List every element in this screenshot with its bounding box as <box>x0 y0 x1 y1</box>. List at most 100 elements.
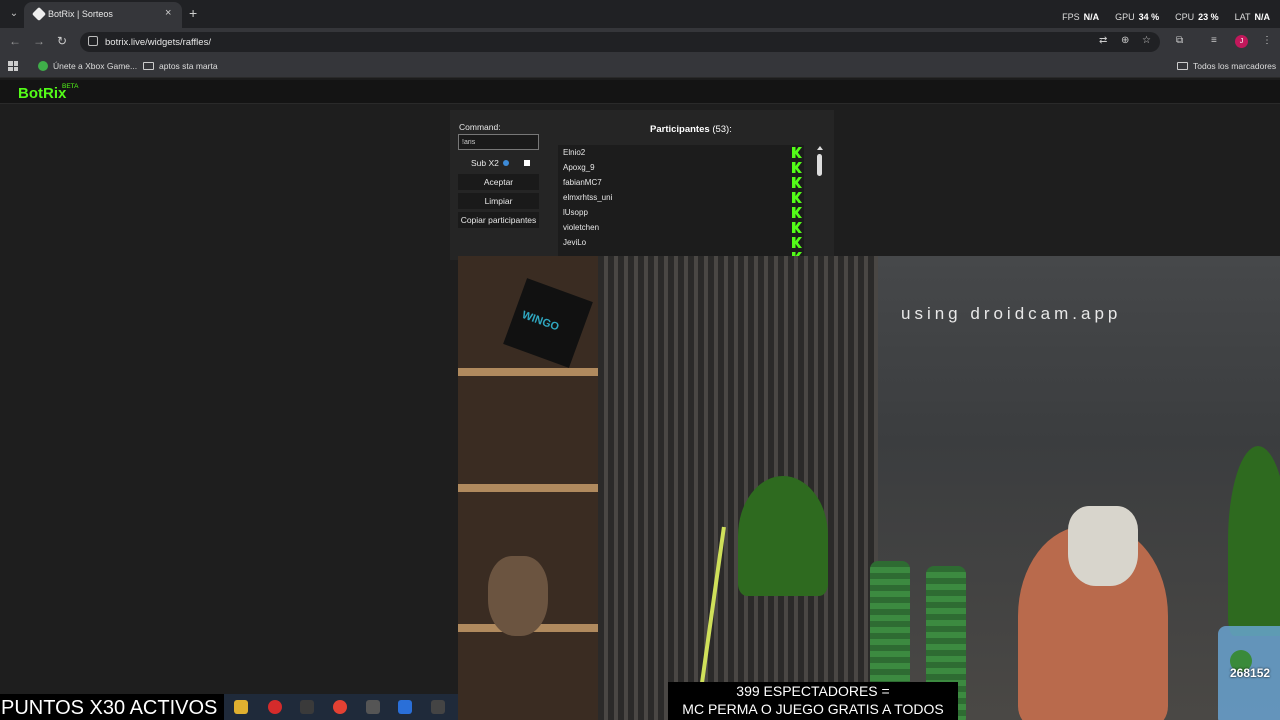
list-item: fabianMC7 <box>558 175 804 190</box>
bookmark-label: aptos sta marta <box>159 61 218 71</box>
xbox-icon <box>38 61 48 71</box>
botrix-favicon-icon <box>31 6 47 22</box>
profile-avatar[interactable]: J <box>1235 35 1248 48</box>
clear-button[interactable]: Limpiar <box>458 193 539 209</box>
bookmark-label: Únete a Xbox Game... <box>53 61 138 71</box>
points-text: PUNTOS X30 ACTIVOS <box>1 697 218 719</box>
app-icon[interactable] <box>431 700 445 714</box>
zoom-icon[interactable]: ⊕ <box>1121 35 1129 46</box>
chrome-icon[interactable] <box>333 700 347 714</box>
kick-logo-icon <box>792 207 802 218</box>
tab-close-icon[interactable]: × <box>165 7 171 19</box>
page-header: BotRix BETA <box>0 80 1280 104</box>
webcam-overlay: WINGO using droidcam.app 268152 <box>458 256 1280 720</box>
participant-name: elmxrhtss_uni <box>563 193 613 202</box>
performance-overlay: FPS N/A GPU 34 % CPU 23 % LAT N/A <box>1062 12 1270 22</box>
folder-icon <box>1177 62 1188 70</box>
new-tab-button[interactable]: + <box>189 5 197 21</box>
participants-title: Participantes (53): <box>650 124 732 135</box>
command-label: Command: <box>459 122 501 132</box>
goal-line-2: MC PERMA O JUEGO GRATIS A TODOS <box>682 701 944 717</box>
bookmark-star-icon[interactable]: ☆ <box>1142 35 1151 46</box>
list-item: Elnio2 <box>558 145 804 160</box>
droidcam-watermark: using droidcam.app <box>901 304 1122 323</box>
tab-search-chevron-icon[interactable]: ⌄ <box>6 6 22 22</box>
info-icon[interactable] <box>502 160 509 166</box>
all-bookmarks-folder[interactable]: Todos los marcadores <box>1177 61 1276 71</box>
sub-label: Sub X2 <box>471 158 499 168</box>
list-item: Apoxg_9 <box>558 160 804 175</box>
shelf <box>458 484 608 492</box>
command-input[interactable] <box>458 134 539 150</box>
sub-x2-checkbox[interactable] <box>524 160 530 166</box>
bookmark-folder-aptos[interactable]: aptos sta marta <box>143 61 218 71</box>
goal-line-1: 399 ESPECTADORES = <box>736 683 890 699</box>
counter-value: 268152 <box>1230 666 1271 680</box>
bookmark-xbox[interactable]: Únete a Xbox Game... <box>38 61 137 71</box>
accept-button[interactable]: Aceptar <box>458 174 539 190</box>
tab-botrix[interactable]: BotRix | Sorteos × <box>24 2 182 28</box>
shelf-wall: WINGO <box>458 256 608 720</box>
opera-icon[interactable] <box>268 700 282 714</box>
participant-name: violetchen <box>563 223 600 232</box>
kick-logo-icon <box>792 147 802 158</box>
participants-scrollbar[interactable] <box>816 146 824 258</box>
apps-grid-icon[interactable] <box>8 61 18 71</box>
plant <box>738 476 828 596</box>
vscode-icon[interactable] <box>398 700 412 714</box>
participant-name: JeviLo <box>563 238 587 247</box>
cpu-stat: CPU 23 % <box>1175 12 1219 22</box>
kick-logo-icon <box>792 222 802 233</box>
kick-logo-icon <box>792 192 802 203</box>
fps-stat: FPS N/A <box>1062 12 1100 22</box>
browser-toolbar: ← → ↻ botrix.live/widgets/raffles/ ⇄ ⊕ ☆… <box>0 28 1280 56</box>
media-controls-icon[interactable]: ≡ <box>1211 35 1217 46</box>
shelf <box>458 368 608 376</box>
steampunk-mask <box>488 556 548 636</box>
plant <box>1228 446 1280 636</box>
file-explorer-icon[interactable] <box>234 700 248 714</box>
forward-arrow-icon[interactable]: → <box>33 34 45 48</box>
stream-goal-banner: 399 ESPECTADORES = MC PERMA O JUEGO GRAT… <box>668 682 958 720</box>
gpu-stat: GPU 34 % <box>1115 12 1160 22</box>
list-item: lUsopp <box>558 205 804 220</box>
acoustic-wall-panel <box>598 256 878 720</box>
raffle-panel: Command: Sub X2 Aceptar Limpiar Copiar p… <box>450 110 834 260</box>
all-bookmarks-label: Todos los marcadores <box>1193 61 1277 71</box>
site-settings-icon[interactable] <box>88 36 98 46</box>
taskbar <box>224 694 458 720</box>
beta-badge: BETA <box>62 83 79 90</box>
reload-icon[interactable]: ↻ <box>57 34 67 48</box>
participants-list[interactable]: Elnio2 Apoxg_9 fabianMC7 elmxrhtss_uni l… <box>558 145 804 257</box>
address-bar[interactable]: botrix.live/widgets/raffles/ <box>80 32 1160 52</box>
browser-tabstrip: ⌄ BotRix | Sorteos × + FPS N/A GPU 34 % CP… <box>0 0 1280 28</box>
towel <box>1068 506 1138 586</box>
participant-name: Elnio2 <box>563 148 586 157</box>
sub-multiplier-row: Sub X2 <box>471 158 509 168</box>
participant-name: fabianMC7 <box>563 178 602 187</box>
list-item: violetchen <box>558 220 804 235</box>
extensions-icon[interactable]: ⧉ <box>1176 35 1183 46</box>
folder-icon <box>143 62 154 70</box>
points-banner: PUNTOS X30 ACTIVOS <box>0 694 224 720</box>
copy-participants-button[interactable]: Copiar participantes <box>458 212 539 228</box>
kick-logo-icon <box>792 177 802 188</box>
list-item: JeviLo <box>558 235 804 250</box>
participant-name: Apoxg_9 <box>563 163 595 172</box>
scroll-up-arrow-icon[interactable] <box>817 146 823 150</box>
app-icon[interactable] <box>300 700 314 714</box>
latency-stat: LAT N/A <box>1234 12 1270 22</box>
wingo-box: WINGO <box>503 278 593 368</box>
scroll-thumb[interactable] <box>817 154 822 176</box>
list-item: elmxrhtss_uni <box>558 190 804 205</box>
back-arrow-icon[interactable]: ← <box>9 34 21 48</box>
kebab-menu-icon[interactable]: ⋮ <box>1262 35 1272 46</box>
tab-title: BotRix | Sorteos <box>48 9 113 19</box>
bookmarks-bar: Únete a Xbox Game... aptos sta marta Tod… <box>0 56 1280 78</box>
url-text[interactable]: botrix.live/widgets/raffles/ <box>105 37 211 48</box>
kick-logo-icon <box>792 237 802 248</box>
translate-icon[interactable]: ⇄ <box>1099 35 1107 46</box>
app-window-icon[interactable] <box>366 700 380 714</box>
botrix-logo[interactable]: BotRix <box>18 85 66 102</box>
participant-name: lUsopp <box>563 208 588 217</box>
